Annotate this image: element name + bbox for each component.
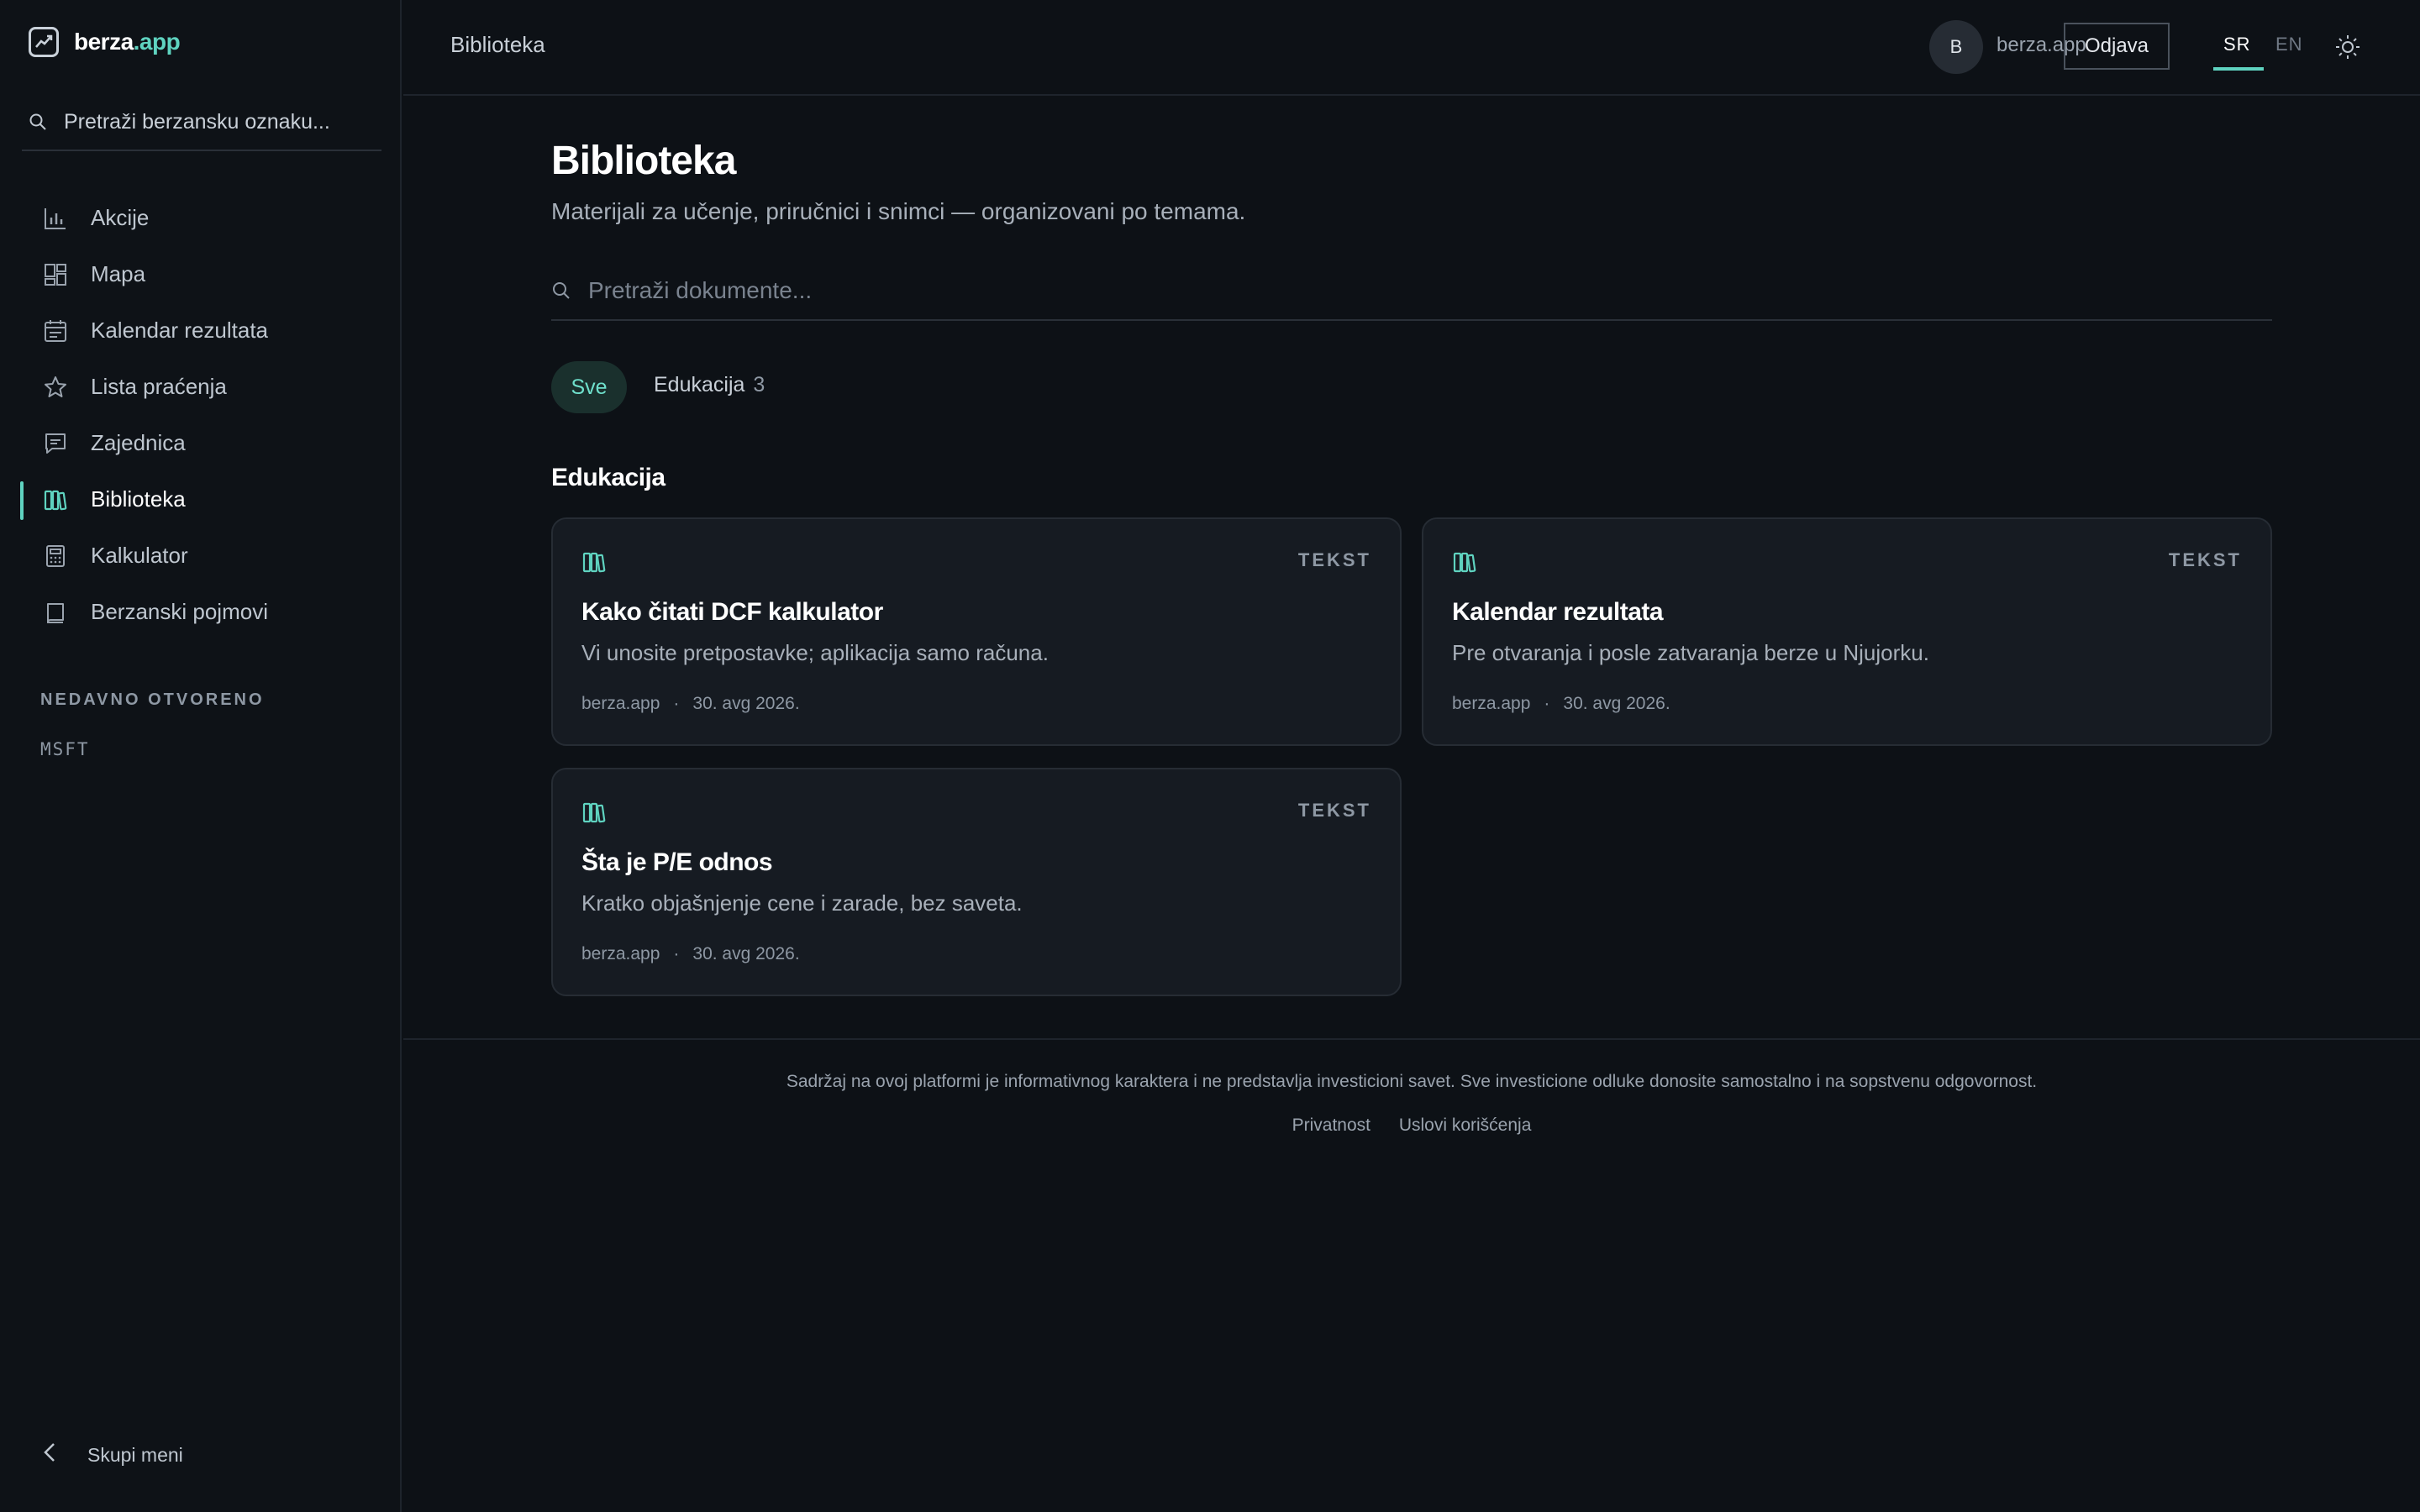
avatar[interactable]: B — [1929, 20, 1983, 74]
card-date: 30. avg 2026. — [1563, 694, 1670, 713]
document-search — [551, 262, 2272, 321]
sidebar: berza.app Akcije Mapa Kalendar rezultata — [0, 0, 402, 1512]
separator-dot: · — [673, 944, 680, 963]
recent-title: NEDAVNO OTVORENO — [40, 690, 265, 709]
document-card[interactable]: TEKST Kalendar rezultata Pre otvaranja i… — [1422, 517, 2272, 746]
sidebar-item-label: Biblioteka — [91, 486, 186, 512]
card-meta: berza.app · 30. avg 2026. — [1452, 694, 1670, 714]
calculator-icon — [42, 543, 69, 570]
card-type-badge: TEKST — [1297, 549, 1371, 570]
document-card[interactable]: TEKST Šta je P/E odnos Kratko objašnjenj… — [551, 768, 1402, 996]
terms-link[interactable]: Uslovi korišćenja — [1399, 1116, 1532, 1135]
card-description: Vi unosite pretpostavke; aplikacija samo… — [581, 640, 1049, 665]
sidebar-item-label: Mapa — [91, 261, 146, 286]
book-icon — [42, 599, 69, 626]
document-search-input[interactable] — [588, 277, 2185, 304]
chevron-left-icon — [42, 1441, 57, 1468]
ticker-search-input[interactable] — [64, 109, 381, 134]
ticker-search — [22, 94, 381, 151]
grid-map-icon — [42, 261, 69, 288]
sidebar-item-zajednica[interactable]: Zajednica — [0, 415, 402, 471]
search-icon — [551, 281, 571, 301]
breadcrumb: Biblioteka — [450, 32, 545, 57]
card-title: Šta je P/E odnos — [581, 848, 773, 876]
sidebar-item-lista-pracenja[interactable]: Lista praćenja — [0, 359, 402, 415]
card-meta: berza.app · 30. avg 2026. — [581, 694, 800, 714]
card-description: Kratko objašnjenje cene i zarade, bez sa… — [581, 890, 1023, 916]
card-title: Kalendar rezultata — [1452, 598, 1664, 626]
card-meta: berza.app · 30. avg 2026. — [581, 944, 800, 964]
sidebar-item-label: Akcije — [91, 205, 150, 230]
library-icon — [42, 486, 69, 513]
sidebar-item-berzanski-pojmovi[interactable]: Berzanski pojmovi — [0, 584, 402, 640]
sidebar-item-label: Kalendar rezultata — [91, 318, 269, 343]
card-type-badge: TEKST — [1297, 800, 1371, 821]
collapse-menu-button[interactable]: Skupi meni — [42, 1441, 183, 1468]
brand-name: berza.app — [74, 29, 181, 55]
card-title: Kako čitati DCF kalkulator — [581, 598, 883, 626]
filter-chip-edukacija[interactable]: Edukacija 3 — [654, 373, 765, 397]
library-icon — [581, 800, 607, 825]
sidebar-item-label: Lista praćenja — [91, 374, 227, 399]
filter-chip-all[interactable]: Sve — [551, 361, 627, 413]
sidebar-item-label: Zajednica — [91, 430, 186, 455]
sidebar-item-kalendar-rezultata[interactable]: Kalendar rezultata — [0, 302, 402, 359]
document-card[interactable]: TEKST Kako čitati DCF kalkulator Vi unos… — [551, 517, 1402, 746]
section-title: Edukacija — [551, 464, 666, 491]
search-icon — [29, 113, 47, 131]
sidebar-item-akcije[interactable]: Akcije — [0, 190, 402, 246]
privacy-link[interactable]: Privatnost — [1292, 1116, 1370, 1135]
card-source: berza.app — [581, 944, 660, 963]
library-icon — [1452, 549, 1477, 575]
card-source: berza.app — [581, 694, 660, 713]
collapse-menu-label: Skupi meni — [87, 1443, 183, 1466]
filter-chip-count: 3 — [753, 373, 765, 396]
chat-icon — [42, 430, 69, 457]
card-source: berza.app — [1452, 694, 1531, 713]
card-description: Pre otvaranja i posle zatvaranja berze u… — [1452, 640, 1929, 665]
lang-en-button[interactable]: EN — [2275, 34, 2303, 55]
sun-icon[interactable] — [2333, 32, 2363, 62]
page-subtitle: Materijali za učenje, priručnici i snimc… — [551, 198, 1246, 224]
separator-dot: · — [673, 694, 680, 713]
sidebar-item-label: Kalkulator — [91, 543, 188, 568]
separator-dot: · — [1544, 694, 1550, 713]
recent-item[interactable]: MSFT — [40, 739, 90, 759]
top-bar: Biblioteka B berza.app Odjava SR EN — [403, 0, 2420, 96]
star-icon — [42, 374, 69, 401]
page-title: Biblioteka — [551, 139, 736, 183]
footer-divider — [403, 1038, 2420, 1040]
lang-sr-button[interactable]: SR — [2213, 34, 2264, 71]
sidebar-item-kalkulator[interactable]: Kalkulator — [0, 528, 402, 584]
card-date: 30. avg 2026. — [692, 694, 800, 713]
sidebar-item-label: Berzanski pojmovi — [91, 599, 268, 624]
sidebar-item-mapa[interactable]: Mapa — [0, 246, 402, 302]
brand[interactable]: berza.app — [29, 27, 181, 57]
filter-chip-label: Edukacija — [654, 373, 745, 396]
card-type-badge: TEKST — [2168, 549, 2242, 570]
sidebar-item-biblioteka[interactable]: Biblioteka — [0, 471, 402, 528]
trend-chart-logo-icon — [29, 27, 59, 57]
calendar-icon — [42, 318, 69, 344]
logout-button[interactable]: Odjava — [2064, 23, 2170, 70]
sidebar-nav: Akcije Mapa Kalendar rezultata Lista pra… — [0, 190, 402, 640]
footer-disclaimer: Sadržaj na ovoj platformi je informativn… — [786, 1072, 2038, 1091]
bar-chart-icon — [42, 205, 69, 232]
card-date: 30. avg 2026. — [692, 944, 800, 963]
library-icon — [581, 549, 607, 575]
footer-links: Privatnost Uslovi korišćenja — [403, 1116, 2420, 1136]
